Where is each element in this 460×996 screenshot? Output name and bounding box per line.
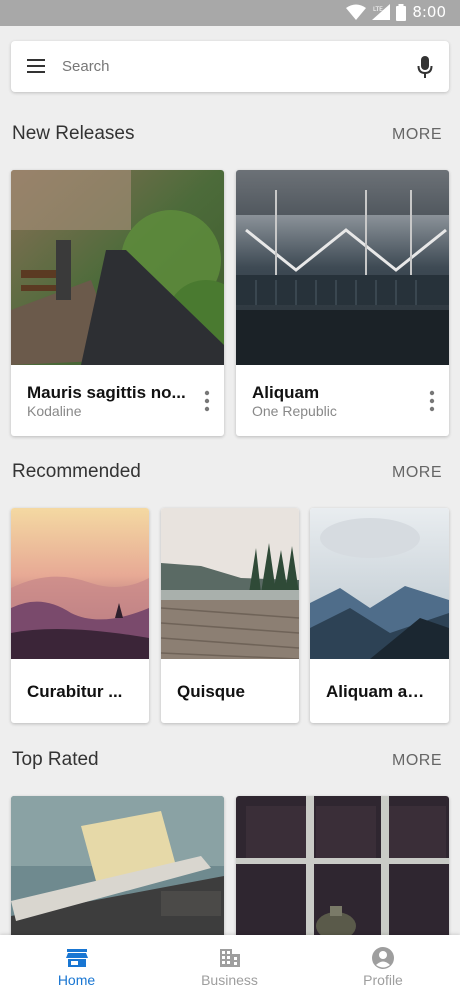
cover-sunset-hills (11, 508, 149, 659)
more-recommended-button[interactable]: MORE (392, 464, 442, 482)
svg-text:LTE: LTE (373, 6, 383, 13)
signal-icon: LTE (372, 4, 391, 20)
cover-lake-dock (161, 508, 299, 659)
wifi-icon (346, 4, 367, 20)
top-rated-card[interactable] (11, 796, 224, 946)
status-time: 8:00 (412, 3, 446, 21)
more-vert-icon[interactable] (204, 390, 210, 412)
more-vert-icon[interactable] (429, 390, 435, 412)
more-new-releases-button[interactable]: MORE (392, 126, 442, 144)
recommended-card[interactable]: Quisque (161, 508, 299, 723)
section-title-new-releases: New Releases (12, 123, 135, 144)
mic-icon[interactable] (417, 55, 433, 79)
business-icon (219, 949, 240, 967)
more-top-rated-button[interactable]: MORE (392, 752, 442, 770)
battery-icon (396, 3, 407, 21)
album-card[interactable]: Aliquam One Republic (236, 170, 449, 436)
section-title-recommended: Recommended (12, 461, 141, 482)
album-card[interactable]: Mauris sagittis no... Kodaline (11, 170, 224, 436)
status-bar: LTE 8:00 (0, 0, 460, 26)
album-cover-bench (11, 170, 224, 365)
nav-label-home: Home (57, 972, 96, 988)
cover-window-plants (236, 796, 449, 946)
album-artist: One Republic (252, 403, 337, 419)
recommended-title: Quisque (177, 682, 246, 701)
nav-item-business[interactable]: Business (153, 935, 306, 996)
search-input[interactable]: Search (62, 58, 110, 75)
store-icon (65, 949, 88, 967)
album-artist: Kodaline (27, 403, 82, 419)
search-bar[interactable]: Search (11, 41, 449, 92)
recommended-card[interactable]: Aliquam ac ... (310, 508, 449, 723)
nav-item-profile[interactable]: Profile (306, 935, 460, 996)
nav-item-home[interactable]: Home (0, 935, 153, 996)
nav-label-profile: Profile (363, 972, 403, 988)
menu-icon[interactable] (25, 56, 47, 76)
cover-mountains (310, 508, 449, 659)
album-title: Mauris sagittis no... (27, 383, 186, 402)
recommended-card[interactable]: Curabitur ... (11, 508, 149, 723)
album-cover-loom (236, 170, 449, 365)
bottom-navigation: Home Business Profile (0, 935, 460, 996)
recommended-title: Aliquam ac ... (326, 682, 431, 701)
nav-label-business: Business (201, 972, 258, 988)
section-title-top-rated: Top Rated (12, 749, 99, 770)
album-title: Aliquam (252, 383, 320, 402)
account-circle-icon (372, 947, 394, 969)
recommended-title: Curabitur ... (27, 682, 123, 701)
cover-notebook-desk (11, 796, 224, 946)
top-rated-card[interactable] (236, 796, 449, 946)
